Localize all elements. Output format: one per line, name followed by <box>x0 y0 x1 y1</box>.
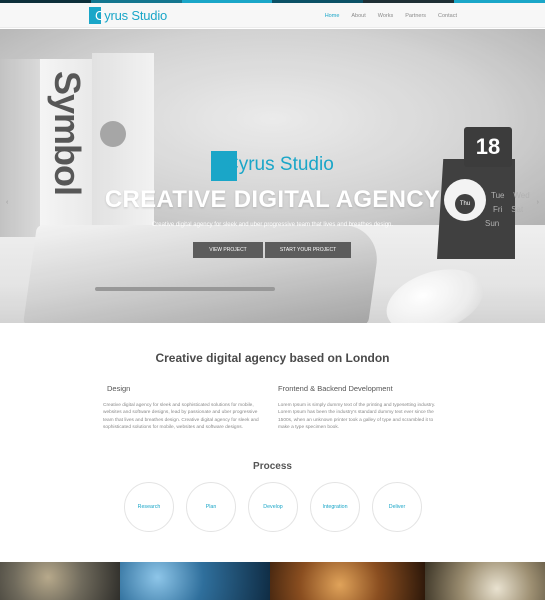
process-step-deliver[interactable]: Deliver <box>372 482 422 532</box>
development-column: Frontend & Backend Development Lorem Ips… <box>278 384 438 432</box>
nav-link-about[interactable]: About <box>351 13 365 19</box>
gallery-image[interactable] <box>425 562 545 600</box>
development-heading: Frontend & Backend Development <box>278 384 393 393</box>
design-text: Creative digital agency for sleek and so… <box>103 403 259 431</box>
hero-title: CREATIVE DIGITAL AGENCY <box>104 186 441 213</box>
about-title: Creative digital agency based on London <box>155 351 390 365</box>
process-step-develop[interactable]: Develop <box>248 482 298 532</box>
logo-text: Cyrus Studio <box>95 8 168 23</box>
hero-section: Symbol 18 Thu Tue Wed Fri Sat Sun ‹ › Cy… <box>0 29 545 323</box>
site-logo[interactable]: Cyrus Studio <box>89 7 167 24</box>
gallery-image[interactable] <box>0 562 120 600</box>
process-step-research[interactable]: Research <box>124 482 174 532</box>
works-gallery <box>0 562 545 600</box>
design-heading: Design <box>107 384 131 393</box>
navbar: Cyrus Studio Home About Works Partners C… <box>0 3 545 28</box>
hero-logo-text: Cyrus Studio <box>225 154 334 175</box>
main-nav: Home About Works Partners Contact <box>325 3 457 28</box>
nav-link-partners[interactable]: Partners <box>405 13 426 19</box>
process-title: Process <box>253 461 292 472</box>
design-column: Design Creative digital agency for sleek… <box>103 384 263 432</box>
process-step-integration[interactable]: Integration <box>310 482 360 532</box>
process-steps: Research Plan Develop Integration Delive… <box>124 482 422 532</box>
nav-link-contact[interactable]: Contact <box>438 13 457 19</box>
development-text: Lorem Ipsum is simply dummy text of the … <box>278 403 436 431</box>
nav-link-home[interactable]: Home <box>325 13 340 19</box>
process-step-plan[interactable]: Plan <box>186 482 236 532</box>
nav-link-works[interactable]: Works <box>378 13 393 19</box>
start-project-button[interactable]: START YOUR PROJECT <box>265 242 351 258</box>
gallery-image[interactable] <box>120 562 270 600</box>
hero-buttons: VIEW PROJECT START YOUR PROJECT <box>193 242 351 258</box>
view-project-button[interactable]: VIEW PROJECT <box>193 242 263 258</box>
hero-overlay <box>0 29 545 323</box>
gallery-image[interactable] <box>270 562 425 600</box>
hero-subtitle: Creative digital agency for sleek and ub… <box>151 222 394 228</box>
